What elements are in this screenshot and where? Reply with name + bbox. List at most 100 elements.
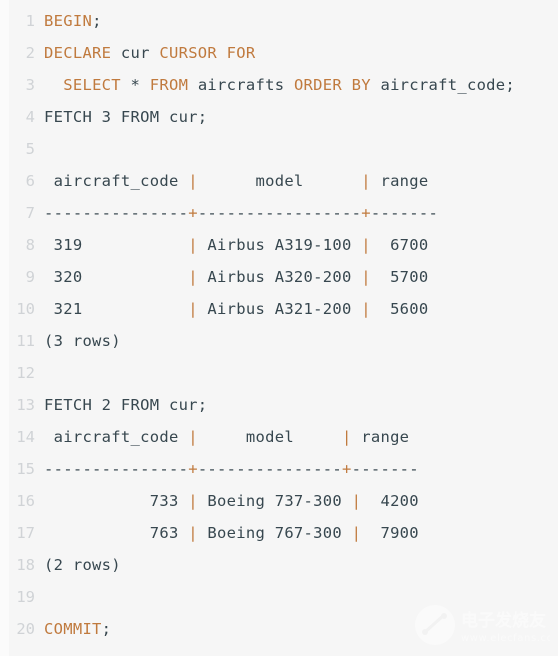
token-pipe: | <box>351 492 362 510</box>
line-number: 3 <box>25 76 35 94</box>
token-txt: 5600 <box>370 300 429 318</box>
code-line[interactable]: 2 DECLARE cur CURSOR FOR <box>0 37 558 69</box>
token-txt: FETCH 2 FROM cur; <box>44 396 208 414</box>
code-line[interactable]: 9 320 | Airbus A320-200 | 5700 <box>0 261 558 293</box>
token-plus: + <box>188 460 198 478</box>
code-line[interactable]: 17 763 | Boeing 767-300 | 7900 <box>0 517 558 549</box>
code-line[interactable]: 1 BEGIN; <box>0 5 558 37</box>
code-line[interactable]: 10 321 | Airbus A321-200 | 5600 <box>0 293 558 325</box>
token-txt: range <box>370 172 429 190</box>
line-content: DECLARE cur CURSOR FOR <box>35 37 255 69</box>
line-content: FETCH 3 FROM cur; <box>35 101 207 133</box>
token-kw: COMMIT <box>44 620 102 638</box>
line-number: 9 <box>25 268 35 286</box>
line-content: FETCH 2 FROM cur; <box>35 389 207 421</box>
token-txt: 5700 <box>370 268 429 286</box>
token-dash: --------------- <box>44 204 189 222</box>
token-dash: --------------- <box>44 460 189 478</box>
code-line[interactable]: 5 <box>0 133 558 165</box>
token-txt: 763 <box>44 524 189 542</box>
token-dash: ----------------- <box>197 204 362 222</box>
line-number: 20 <box>16 620 35 638</box>
token-txt: Airbus A321-200 <box>197 300 362 318</box>
token-dash: ------- <box>351 460 419 478</box>
line-number: 6 <box>25 172 35 190</box>
token-txt: cur <box>111 44 160 62</box>
line-number: 15 <box>16 460 35 478</box>
code-line[interactable]: 7 ---------------+-----------------+-----… <box>0 197 558 229</box>
line-content: 733 | Boeing 737-300 | 4200 <box>35 485 419 517</box>
line-content: (3 rows) <box>35 325 121 357</box>
code-line[interactable]: 16 733 | Boeing 737-300 | 4200 <box>0 485 558 517</box>
line-number: 11 <box>16 332 35 350</box>
code-line[interactable]: 12 <box>0 357 558 389</box>
token-pipe: | <box>188 172 198 190</box>
token-pipe: | <box>361 300 371 318</box>
line-content: aircraft_code | model | range <box>35 165 429 197</box>
code-line[interactable]: 6 aircraft_code | model | range <box>0 165 558 197</box>
token-kw: DECLARE <box>44 44 112 62</box>
line-number: 7 <box>25 204 35 222</box>
code-line[interactable]: 15 ---------------+---------------+------… <box>0 453 558 485</box>
token-txt: 7900 <box>361 524 419 542</box>
line-number: 18 <box>16 556 35 574</box>
token-plus: + <box>342 460 352 478</box>
token-kw: BEGIN <box>44 12 93 30</box>
token-txt: aircraft_code <box>44 428 189 446</box>
token-txt: FETCH 3 FROM cur; <box>44 108 208 126</box>
line-number: 12 <box>16 364 35 382</box>
code-line[interactable]: 20 COMMIT; <box>0 613 558 645</box>
line-content: (2 rows) <box>35 549 121 581</box>
code-line[interactable]: 13 FETCH 2 FROM cur; <box>0 389 558 421</box>
token-txt: model <box>197 428 342 446</box>
token-pipe: | <box>361 236 371 254</box>
token-plus: + <box>188 204 198 222</box>
code-line[interactable]: 4 FETCH 3 FROM cur; <box>0 101 558 133</box>
line-content: aircraft_code | model | range <box>35 421 409 453</box>
code-line[interactable]: 18 (2 rows) <box>0 549 558 581</box>
token-txt: 320 <box>44 268 189 286</box>
code-lines-container[interactable]: 1 BEGIN; 2 DECLARE cur CURSOR FOR 3 SELECT *… <box>0 0 558 645</box>
token-txt: Boeing 767-300 <box>197 524 352 542</box>
token-pipe: | <box>188 268 198 286</box>
line-content: ---------------+---------------+------- <box>35 453 419 485</box>
sql-code-block: 1 BEGIN; 2 DECLARE cur CURSOR FOR 3 SELECT *… <box>0 0 558 656</box>
code-line[interactable]: 19 <box>0 581 558 613</box>
token-txt: aircrafts <box>188 76 294 94</box>
code-line[interactable]: 11 (3 rows) <box>0 325 558 357</box>
code-line[interactable]: 14 aircraft_code | model | range <box>0 421 558 453</box>
token-kw: FROM <box>149 76 189 94</box>
line-content: COMMIT; <box>35 613 111 645</box>
token-txt: * <box>120 76 150 94</box>
token-txt: 321 <box>44 300 189 318</box>
line-number: 16 <box>16 492 35 510</box>
token-pipe: | <box>361 172 371 190</box>
line-number: 5 <box>25 140 35 158</box>
token-txt: ; <box>101 620 112 638</box>
token-txt: 319 <box>44 236 189 254</box>
token-kw: ORDER BY <box>293 76 371 94</box>
token-txt: range <box>351 428 410 446</box>
line-content: ---------------+-----------------+------… <box>35 197 438 229</box>
token-txt: 4200 <box>361 492 419 510</box>
code-line[interactable]: 8 319 | Airbus A319-100 | 6700 <box>0 229 558 261</box>
line-content: BEGIN; <box>35 5 102 37</box>
token-pipe: | <box>188 300 198 318</box>
token-txt: (3 rows) <box>44 332 121 350</box>
line-content: 321 | Airbus A321-200 | 5600 <box>35 293 429 325</box>
line-content: 319 | Airbus A319-100 | 6700 <box>35 229 429 261</box>
line-number: 14 <box>16 428 35 446</box>
line-number: 17 <box>16 524 35 542</box>
token-txt: Boeing 737-300 <box>197 492 352 510</box>
token-pipe: | <box>188 236 198 254</box>
line-content: SELECT * FROM aircrafts ORDER BY aircraf… <box>35 69 515 101</box>
token-txt: Airbus A320-200 <box>197 268 362 286</box>
token-dash: --------------- <box>197 460 342 478</box>
line-content: 320 | Airbus A320-200 | 5700 <box>35 261 429 293</box>
token-txt: model <box>197 172 362 190</box>
token-dash: ------- <box>370 204 439 222</box>
token-pipe: | <box>361 268 371 286</box>
code-line[interactable]: 3 SELECT * FROM aircrafts ORDER BY aircr… <box>0 69 558 101</box>
token-txt: Airbus A319-100 <box>197 236 362 254</box>
